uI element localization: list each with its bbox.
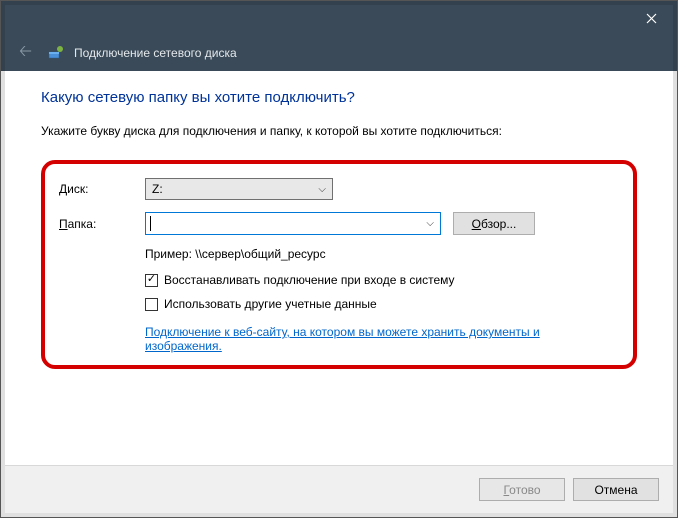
close-icon [646, 13, 657, 24]
form-highlight: Диск: Z: ⌵ Папка: ⌵ Обзор... Пример: \\с… [41, 160, 637, 369]
reconnect-checkbox[interactable] [145, 274, 158, 287]
window-title: Подключение сетевого диска [74, 46, 237, 60]
drive-value: Z: [152, 182, 163, 196]
chevron-down-icon: ⌵ [318, 184, 326, 195]
browse-button[interactable]: Обзор... [453, 212, 535, 235]
cancel-button[interactable]: Отмена [573, 478, 659, 501]
close-button[interactable] [629, 3, 673, 33]
back-arrow-icon[interactable]: 🡠 [13, 40, 38, 67]
credentials-label: Использовать другие учетные данные [164, 297, 377, 311]
connect-website-link[interactable]: Подключение к веб-сайту, на котором вы м… [145, 325, 619, 353]
footer: Готово Отмена [5, 465, 673, 513]
content-area: Какую сетевую папку вы хотите подключить… [1, 71, 677, 369]
drive-label: Диск: [59, 182, 145, 196]
finish-button[interactable]: Готово [479, 478, 565, 501]
reconnect-checkbox-row[interactable]: Восстанавливать подключение при входе в … [145, 273, 619, 287]
folder-row: Папка: ⌵ Обзор... [59, 212, 619, 235]
network-drive-icon [48, 45, 64, 61]
reconnect-label: Восстанавливать подключение при входе в … [164, 273, 455, 287]
credentials-checkbox-row[interactable]: Использовать другие учетные данные [145, 297, 619, 311]
wizard-header: 🡠 Подключение сетевого диска [1, 35, 677, 71]
chevron-down-icon[interactable]: ⌵ [426, 218, 434, 229]
drive-row: Диск: Z: ⌵ [59, 178, 619, 200]
drive-select[interactable]: Z: ⌵ [145, 178, 333, 200]
instruction-text: Укажите букву диска для подключения и па… [41, 124, 637, 138]
example-text: Пример: \\сервер\общий_ресурс [145, 247, 619, 261]
folder-input[interactable]: ⌵ [145, 212, 441, 235]
credentials-checkbox[interactable] [145, 298, 158, 311]
folder-label: Папка: [59, 217, 145, 231]
page-heading: Какую сетевую папку вы хотите подключить… [41, 89, 637, 106]
text-caret [150, 216, 151, 231]
titlebar [1, 1, 677, 35]
